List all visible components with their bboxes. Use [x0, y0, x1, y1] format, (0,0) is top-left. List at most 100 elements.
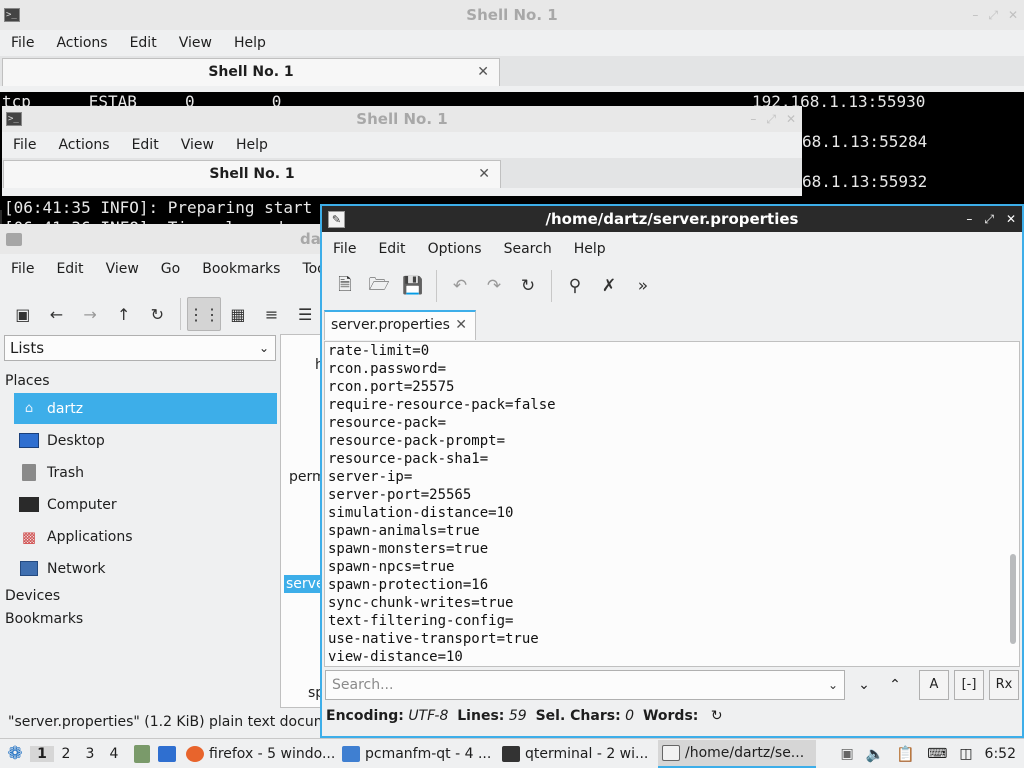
place-desktop[interactable]: Desktop: [14, 425, 277, 456]
desktop-switch-4[interactable]: 4: [102, 746, 126, 762]
menu-options[interactable]: Options: [417, 241, 493, 257]
search-input[interactable]: Search... ⌄: [325, 670, 845, 700]
redo-icon[interactable]: ↷: [477, 269, 511, 303]
desktop-switch-1[interactable]: 1: [30, 745, 54, 762]
regex-button[interactable]: Rx: [989, 670, 1019, 700]
vertical-scrollbar-thumb[interactable]: [1010, 554, 1016, 644]
menu-help[interactable]: Help: [225, 137, 279, 153]
icon-view-icon[interactable]: ⋮⋮: [187, 297, 222, 331]
tab-close-icon[interactable]: ✕: [455, 312, 467, 338]
menu-search[interactable]: Search: [493, 241, 563, 257]
undo-icon[interactable]: ↶: [443, 269, 477, 303]
menu-file[interactable]: File: [0, 261, 45, 277]
tab-shell[interactable]: Shell No. 1 ✕: [2, 58, 500, 86]
tab-close-icon[interactable]: ✕: [478, 161, 490, 187]
find-next-icon[interactable]: ⌄: [851, 670, 877, 700]
file-item-selected[interactable]: serve: [284, 575, 321, 593]
menu-view[interactable]: View: [170, 137, 225, 153]
menu-bookmarks[interactable]: Bookmarks: [191, 261, 291, 277]
devices-header[interactable]: Devices: [5, 588, 60, 604]
compact-view-icon[interactable]: ≡: [255, 297, 289, 331]
menu-edit[interactable]: Edit: [119, 35, 168, 51]
menu-tools[interactable]: Too: [291, 261, 322, 277]
bookmarks-header[interactable]: Bookmarks: [5, 611, 83, 627]
menu-help[interactable]: Help: [563, 241, 617, 257]
clipboard-icon[interactable]: 📋: [896, 745, 915, 763]
show-desktop-icon[interactable]: [158, 745, 176, 762]
close-icon[interactable]: ✕: [786, 112, 796, 126]
forward-arrow-icon[interactable]: →: [73, 297, 107, 331]
maximize-icon[interactable]: ⤢: [988, 8, 998, 23]
task-qterminal[interactable]: qterminal - 2 wi...: [498, 740, 658, 768]
menu-file[interactable]: File: [2, 137, 47, 153]
front-terminal-titlebar[interactable]: >_ Shell No. 1 – ⤢ ✕: [2, 106, 802, 132]
reload-icon[interactable]: ↻: [511, 269, 545, 303]
menu-edit[interactable]: Edit: [45, 261, 94, 277]
file-manager-titlebar[interactable]: da: [0, 224, 322, 254]
open-folder-icon[interactable]: 🗁: [362, 269, 396, 303]
close-icon[interactable]: ✕: [1006, 212, 1016, 226]
file-manager-window: da File Edit View Go Bookmarks Too ▣ ← →…: [0, 224, 322, 738]
back-terminal-titlebar[interactable]: >_ Shell No. 1 – ⤢ ✕: [0, 0, 1024, 30]
maximize-icon[interactable]: ⤢: [766, 112, 776, 127]
refresh-word-count-icon[interactable]: ↻: [711, 708, 723, 724]
menu-file[interactable]: File: [322, 241, 367, 257]
tab-server-properties[interactable]: server.properties ✕: [324, 310, 476, 340]
new-tab-icon[interactable]: ▣: [6, 297, 40, 331]
file-item-label[interactable]: perm: [289, 469, 321, 485]
place-applications[interactable]: ▩ Applications: [14, 521, 277, 552]
trash-icon[interactable]: ▣: [840, 746, 853, 762]
place-trash[interactable]: Trash: [14, 457, 277, 488]
whole-word-button[interactable]: [-]: [954, 670, 984, 700]
file-view-pane[interactable]: h perm serve sp: [280, 334, 322, 708]
minimize-icon[interactable]: –: [966, 212, 972, 226]
place-label: Network: [47, 560, 106, 577]
menu-view[interactable]: View: [95, 261, 150, 277]
menu-go[interactable]: Go: [150, 261, 191, 277]
network-icon[interactable]: ◫: [959, 746, 972, 762]
find-previous-icon[interactable]: ⌃: [882, 670, 908, 700]
keyboard-icon[interactable]: ⌨: [927, 746, 947, 762]
menu-file[interactable]: File: [0, 35, 45, 51]
menu-edit[interactable]: Edit: [121, 137, 170, 153]
tab-close-icon[interactable]: ✕: [477, 59, 489, 85]
save-icon[interactable]: 💾: [396, 269, 430, 303]
new-document-icon[interactable]: 🗎: [328, 269, 362, 303]
detail-view-icon[interactable]: ☰: [288, 297, 322, 331]
maximize-icon[interactable]: ⤢: [984, 212, 994, 227]
start-menu-icon[interactable]: ❁: [0, 743, 30, 764]
back-arrow-icon[interactable]: ←: [40, 297, 74, 331]
place-dartz[interactable]: ⌂ dartz: [14, 393, 277, 424]
side-pane-mode-select[interactable]: Lists ⌄: [4, 335, 276, 361]
editor-text-area[interactable]: rate-limit=0 rcon.password= rcon.port=2557…: [324, 341, 1020, 667]
clock[interactable]: 6:52: [985, 746, 1016, 762]
find-icon[interactable]: ⚲: [558, 269, 592, 303]
menu-view[interactable]: View: [168, 35, 223, 51]
places-header[interactable]: Places: [5, 373, 50, 389]
find-replace-icon[interactable]: ✗: [592, 269, 626, 303]
editor-titlebar[interactable]: ✎ /home/dartz/server.properties – ⤢ ✕: [322, 206, 1022, 232]
menu-help[interactable]: Help: [223, 35, 277, 51]
volume-icon[interactable]: 🔈: [866, 745, 885, 763]
close-icon[interactable]: ✕: [1008, 8, 1018, 22]
quicklaunch-file-icon[interactable]: [134, 744, 150, 763]
menu-edit[interactable]: Edit: [367, 241, 416, 257]
place-network[interactable]: Network: [14, 553, 277, 584]
desktop-switch-2[interactable]: 2: [54, 746, 78, 762]
match-case-button[interactable]: A: [919, 670, 949, 700]
task-pcmanfm[interactable]: pcmanfm-qt - 4 ...: [338, 740, 498, 768]
minimize-icon[interactable]: –: [972, 8, 978, 22]
desktop-switch-3[interactable]: 3: [78, 746, 102, 762]
up-arrow-icon[interactable]: ↑: [107, 297, 141, 331]
place-computer[interactable]: Computer: [14, 489, 277, 520]
menu-actions[interactable]: Actions: [47, 137, 120, 153]
task-text-editor[interactable]: /home/dartz/se...: [658, 739, 816, 768]
thumbnail-view-icon[interactable]: ▦: [221, 297, 255, 331]
task-firefox[interactable]: firefox - 5 windo...: [182, 740, 338, 768]
reload-icon[interactable]: ↻: [141, 297, 175, 331]
tab-shell[interactable]: Shell No. 1 ✕: [3, 160, 501, 188]
more-chevrons-icon[interactable]: »: [626, 269, 660, 303]
minimize-icon[interactable]: –: [750, 112, 756, 126]
chevron-down-icon[interactable]: ⌄: [828, 671, 838, 699]
menu-actions[interactable]: Actions: [45, 35, 118, 51]
